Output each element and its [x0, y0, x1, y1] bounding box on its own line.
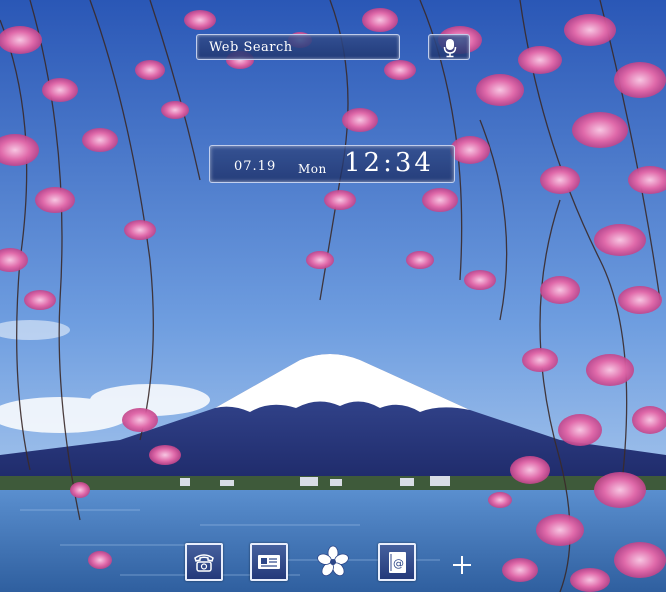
clock-date: 07.19: [234, 159, 277, 174]
contacts-app-button[interactable]: [250, 543, 288, 581]
clock-day: Mon: [298, 162, 327, 176]
add-widget-button[interactable]: [447, 550, 477, 580]
web-search-bar[interactable]: Web Search: [196, 34, 400, 60]
email-icon: @: [389, 552, 406, 573]
clock-widget[interactable]: 07.19 Mon 12:34: [209, 145, 455, 183]
voice-search-button[interactable]: [428, 34, 470, 60]
app-drawer-button[interactable]: [314, 543, 352, 581]
phone-app-button[interactable]: [185, 543, 223, 581]
microphone-icon: [443, 39, 457, 58]
plus-icon: [453, 556, 471, 574]
wallpaper-fuji-cherry-blossom: [0, 0, 666, 592]
contacts-icon: [258, 555, 280, 569]
svg-text:@: @: [393, 557, 404, 570]
sakura-flower-icon: [317, 545, 349, 577]
web-search-label: Web Search: [209, 40, 293, 55]
phone-icon: [194, 554, 214, 572]
clock-time: 12:34: [344, 148, 434, 178]
email-app-button[interactable]: @: [378, 543, 416, 581]
